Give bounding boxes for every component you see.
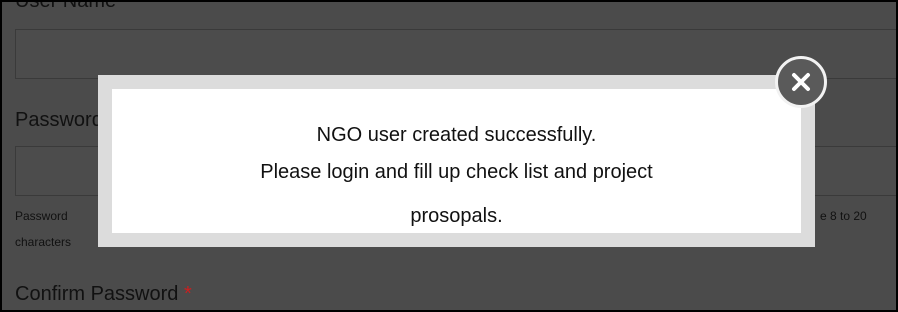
password-hint-left-line2: characters [15,235,72,249]
modal-message-line-2: Please login and fill up check list and … [260,161,653,183]
modal-close-button[interactable] [775,56,827,108]
modal-message-line-3: prosopals. [410,205,503,227]
username-input[interactable] [15,29,896,79]
username-label: User Name [15,2,116,13]
required-asterisk: * [183,283,192,305]
confirm-password-label: Confirm Password * [15,283,192,306]
modal-message-line-1: NGO user created successfully. [316,124,597,146]
password-hint-right: e 8 to 20 [820,209,867,223]
password-hint-left-line1: Password [15,209,68,223]
confirm-password-label-text: Confirm Password [15,283,179,305]
close-icon [792,73,810,91]
success-modal: NGO user created successfully. Please lo… [112,89,801,233]
password-label: Password [15,109,103,131]
